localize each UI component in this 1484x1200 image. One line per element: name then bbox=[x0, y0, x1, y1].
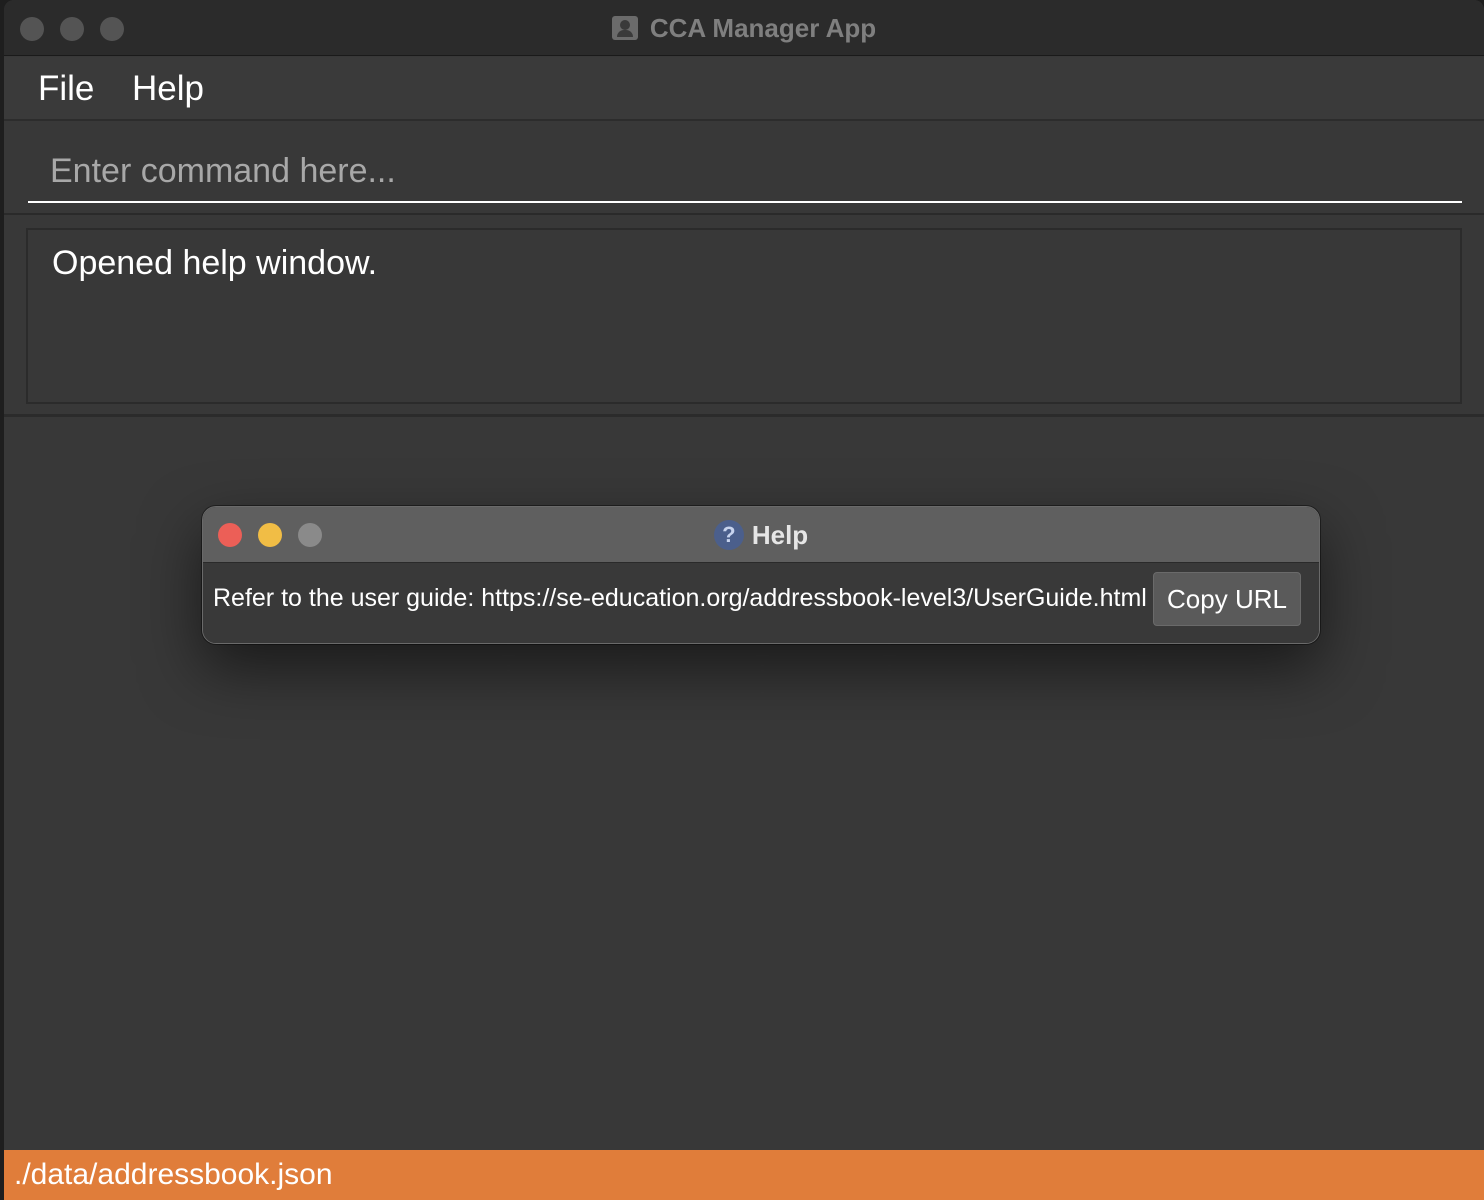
question-mark-icon: ? bbox=[713, 520, 744, 550]
status-bar: ./data/addressbook.json bbox=[4, 1150, 1484, 1200]
help-window-title: Help bbox=[751, 519, 809, 550]
help-body: Refer to the user guide: https://se-educ… bbox=[203, 564, 1319, 643]
copy-url-button[interactable]: Copy URL bbox=[1153, 572, 1301, 626]
result-message: Opened help window. bbox=[52, 244, 378, 282]
result-display: Opened help window. bbox=[26, 228, 1462, 404]
command-input[interactable] bbox=[28, 141, 1462, 203]
save-location-path: ./data/addressbook.json bbox=[14, 1158, 333, 1191]
title-bar[interactable]: CCA Manager App bbox=[4, 0, 1484, 56]
menu-help[interactable]: Help bbox=[132, 69, 204, 109]
contact-card-icon bbox=[611, 16, 638, 40]
menu-file[interactable]: File bbox=[38, 69, 94, 109]
help-window: ? Help Refer to the user guide: https://… bbox=[202, 506, 1320, 644]
divider bbox=[4, 414, 1484, 417]
window-title: CCA Manager App bbox=[649, 12, 877, 43]
command-box-area bbox=[4, 123, 1484, 215]
help-message: Refer to the user guide: https://se-educ… bbox=[213, 584, 1147, 612]
menu-bar: File Help bbox=[4, 57, 1484, 121]
help-title-bar[interactable]: ? Help bbox=[203, 507, 1319, 563]
